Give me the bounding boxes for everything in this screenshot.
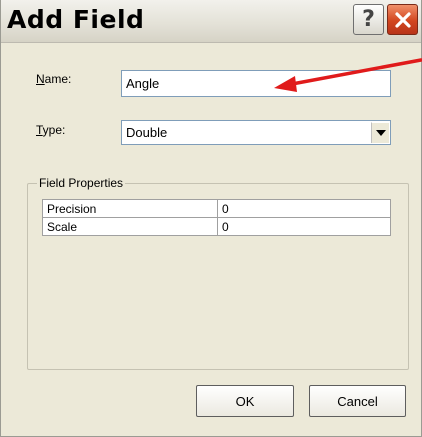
title-bar[interactable]: Add Field ? <box>1 0 421 43</box>
type-label: Type: <box>36 123 66 137</box>
field-properties-legend: Field Properties <box>37 176 126 190</box>
add-field-dialog: Add Field ? Name: Angle Type: Double Fie… <box>0 0 422 437</box>
cancel-button[interactable]: Cancel <box>309 385 406 417</box>
help-icon: ? <box>362 7 375 32</box>
type-select-value: Double <box>126 125 168 140</box>
field-properties-table: Precision 0 Scale 0 <box>42 199 391 236</box>
close-icon <box>394 11 411 28</box>
table-row[interactable]: Scale 0 <box>42 217 391 236</box>
name-input-value: Angle <box>126 76 160 91</box>
type-dropdown-button[interactable] <box>371 122 389 143</box>
property-name: Scale <box>42 217 218 236</box>
help-button[interactable]: ? <box>353 4 384 35</box>
name-input[interactable]: Angle <box>121 70 391 97</box>
type-select[interactable]: Double <box>121 120 391 145</box>
property-value[interactable]: 0 <box>217 199 391 218</box>
window-title: Add Field <box>7 5 145 34</box>
ok-button[interactable]: OK <box>196 385 294 417</box>
property-value[interactable]: 0 <box>217 217 391 236</box>
name-label: Name: <box>36 72 72 86</box>
table-row[interactable]: Precision 0 <box>42 199 391 218</box>
property-name: Precision <box>42 199 218 218</box>
chevron-down-icon <box>375 130 386 136</box>
close-button[interactable] <box>387 4 418 35</box>
